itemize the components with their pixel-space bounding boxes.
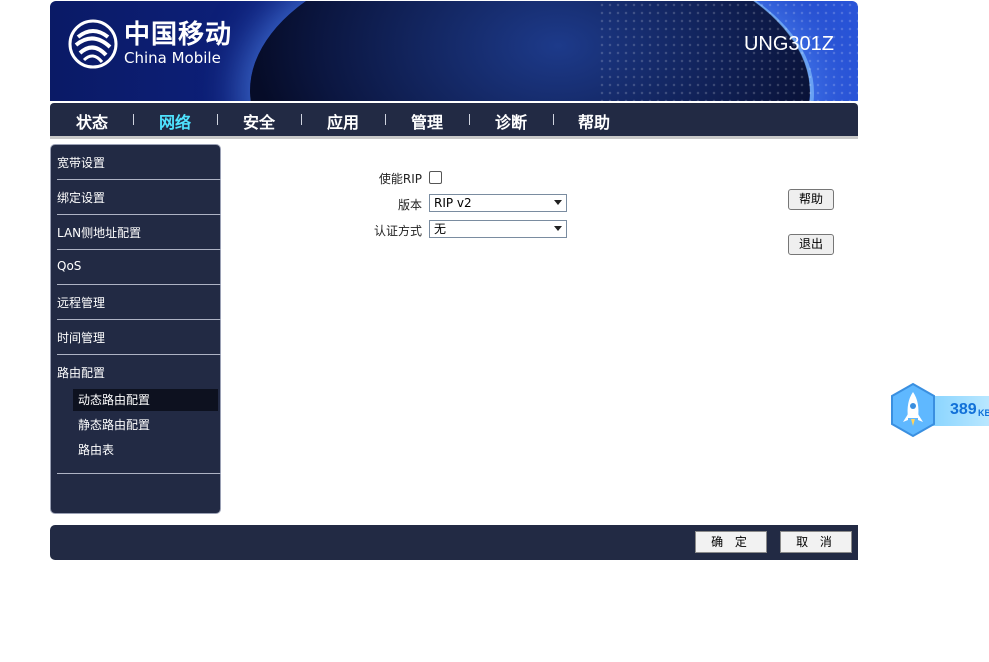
enable-rip-label: 使能RIP xyxy=(378,172,422,186)
sidebar-item-binding[interactable]: 绑定设置 xyxy=(57,189,105,206)
logout-button[interactable]: 退出 xyxy=(788,234,834,255)
nav-separator xyxy=(469,114,470,125)
sidebar-divider xyxy=(57,249,221,250)
nav-separator xyxy=(217,114,218,125)
sidebar-item-remote-management[interactable]: 远程管理 xyxy=(57,294,105,311)
sidebar-item-broadband[interactable]: 宽带设置 xyxy=(57,154,105,171)
sidebar-divider xyxy=(57,473,221,474)
auth-select-value: 无 xyxy=(434,222,447,236)
sidebar-item-lan-address[interactable]: LAN侧地址配置 xyxy=(57,224,141,241)
model-name: UNG301Z xyxy=(743,33,834,55)
chevron-down-icon xyxy=(554,200,562,205)
sidebar-divider xyxy=(57,214,221,215)
version-select-value: RIP v2 xyxy=(434,196,472,210)
speed-value: 389 xyxy=(950,401,977,418)
auth-label: 认证方式 xyxy=(373,224,422,238)
sidebar: 宽带设置 绑定设置 LAN侧地址配置 QoS 远程管理 时间管理 路由配置 动态… xyxy=(50,144,221,514)
speed-unit: KB/ xyxy=(978,408,989,418)
sidebar-divider xyxy=(57,284,221,285)
nav-status[interactable]: 状态 xyxy=(76,109,108,133)
nav-separator xyxy=(301,114,302,125)
cancel-button[interactable]: 取 消 xyxy=(780,531,852,553)
version-select[interactable]: RIP v2 xyxy=(429,194,567,212)
sidebar-item-qos[interactable]: QoS xyxy=(57,259,81,273)
sidebar-subitem-route-table[interactable]: 路由表 xyxy=(73,439,218,461)
nav-diagnosis[interactable]: 诊断 xyxy=(495,109,527,133)
nav-separator xyxy=(553,114,554,125)
nav-application[interactable]: 应用 xyxy=(327,109,359,133)
rocket-icon xyxy=(891,382,935,438)
china-mobile-logo: 中国移动 China Mobile xyxy=(68,19,232,69)
enable-rip-checkbox[interactable] xyxy=(429,171,442,184)
header-banner: 中国移动 China Mobile UNG301Z xyxy=(50,1,858,101)
version-label: 版本 xyxy=(397,198,422,212)
sidebar-subitem-dynamic-routing[interactable]: 动态路由配置 xyxy=(73,389,218,411)
logo-english-text: China Mobile xyxy=(124,49,221,67)
china-mobile-logo-icon xyxy=(68,19,118,69)
sidebar-divider xyxy=(57,179,221,180)
logo-chinese-text: 中国移动 xyxy=(124,20,233,50)
auth-select[interactable]: 无 xyxy=(429,220,567,238)
sidebar-divider xyxy=(57,354,221,355)
sidebar-item-time-management[interactable]: 时间管理 xyxy=(57,329,105,346)
confirm-button[interactable]: 确 定 xyxy=(695,531,767,553)
nav-management[interactable]: 管理 xyxy=(411,109,443,133)
nav-separator xyxy=(385,114,386,125)
sidebar-divider xyxy=(57,319,221,320)
nav-help[interactable]: 帮助 xyxy=(578,109,610,133)
nav-separator xyxy=(133,114,134,125)
network-speed-widget[interactable]: 389 KB/ xyxy=(888,382,989,438)
help-button[interactable]: 帮助 xyxy=(788,189,834,210)
sidebar-subitem-static-routing[interactable]: 静态路由配置 xyxy=(73,414,218,436)
nav-security[interactable]: 安全 xyxy=(243,109,275,133)
nav-network[interactable]: 网络 xyxy=(159,109,191,133)
sidebar-item-routing[interactable]: 路由配置 xyxy=(57,364,105,381)
main-nav: 状态 网络 安全 应用 管理 诊断 帮助 xyxy=(50,103,858,139)
chevron-down-icon xyxy=(554,226,562,231)
